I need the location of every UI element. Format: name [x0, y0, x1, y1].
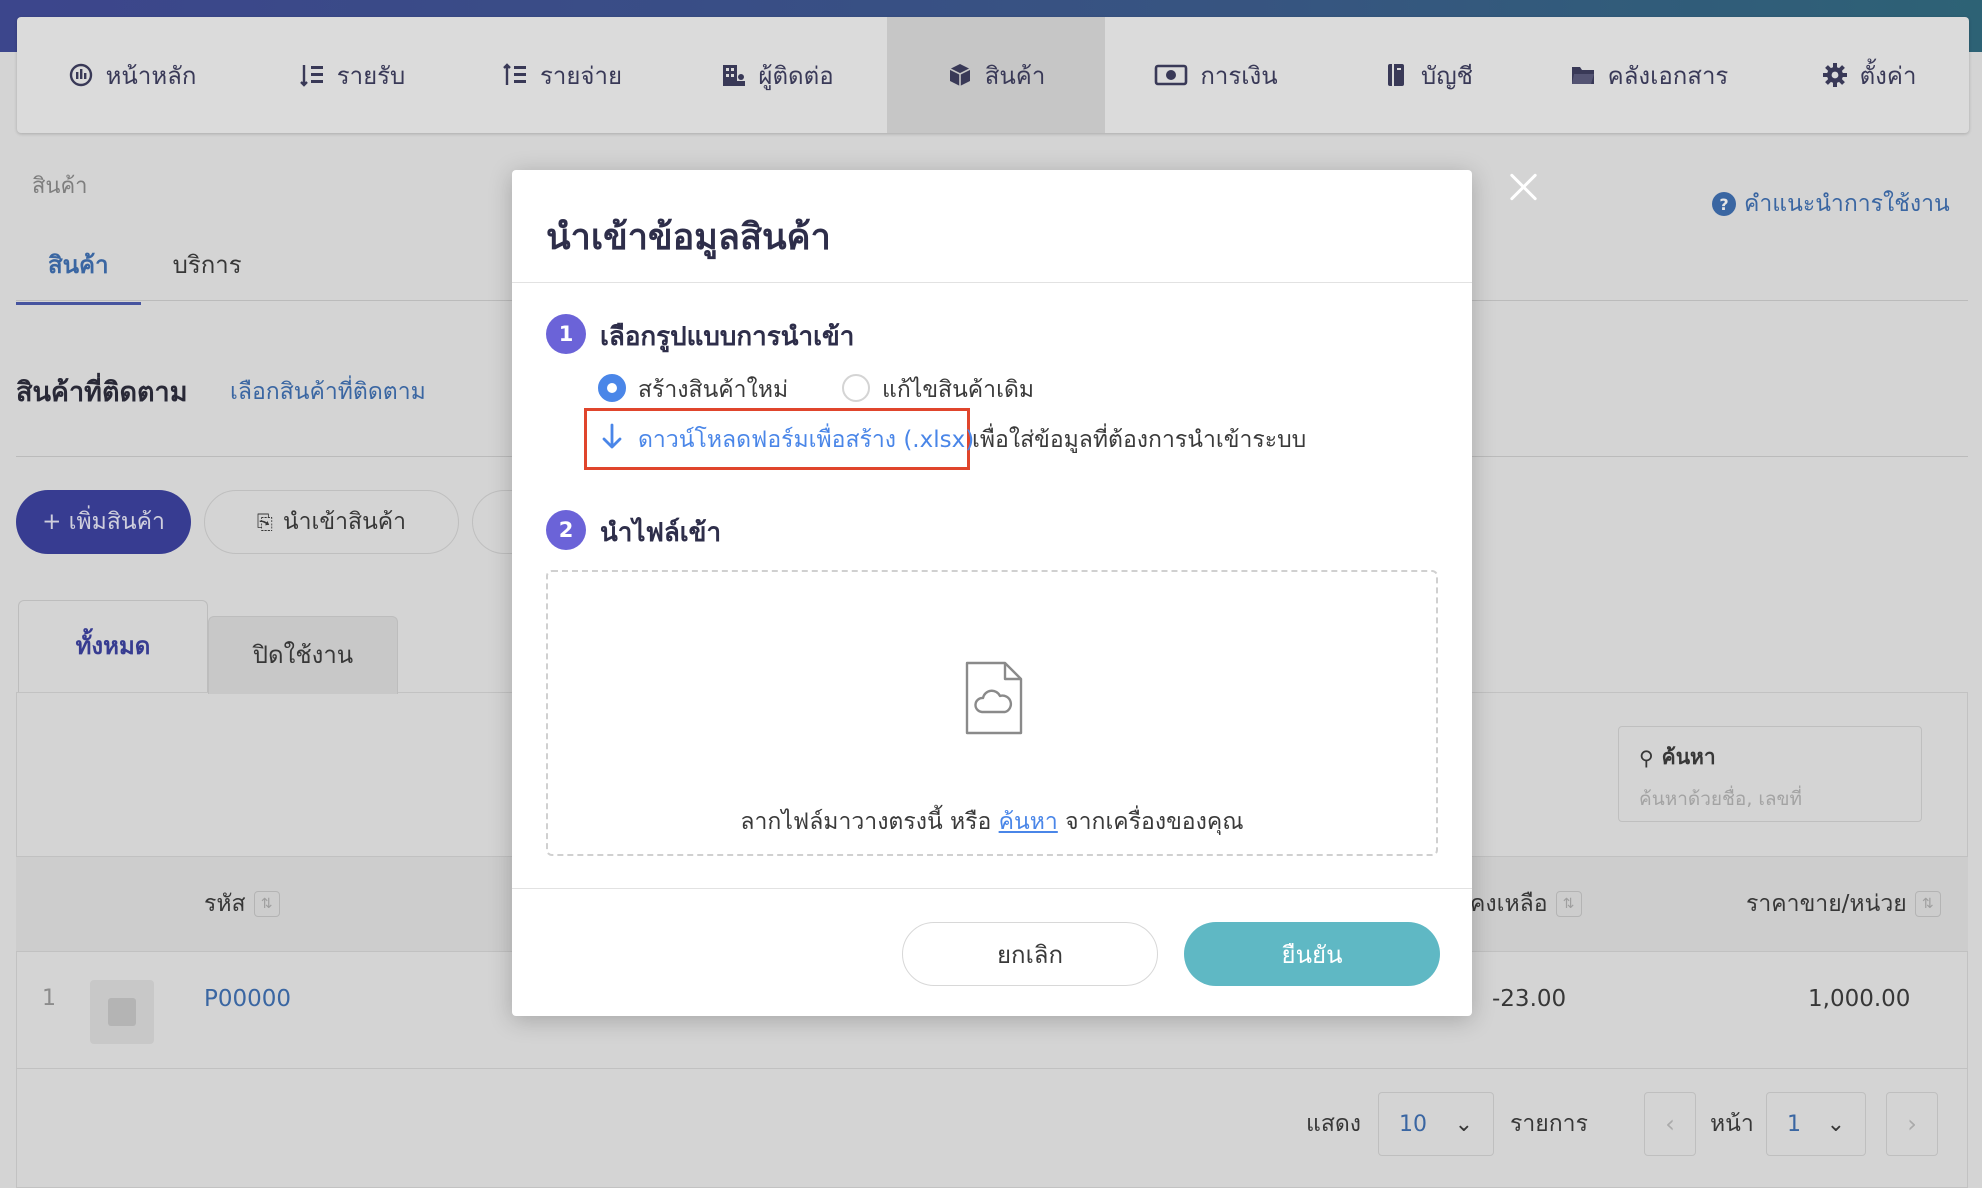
browse-link[interactable]: ค้นหา	[999, 809, 1058, 835]
download-template-link[interactable]: ดาวน์โหลดฟอร์มเพื่อสร้าง (.xlsx)	[638, 422, 974, 458]
download-description: เพื่อใส่ข้อมูลที่ต้องการนำเข้าระบบ	[972, 427, 1307, 453]
file-dropzone[interactable]: ลากไฟล์มาวางตรงนี้ หรือ ค้นหา จากเครื่อง…	[546, 570, 1438, 856]
step-2-title: นำไฟล์เข้า	[600, 518, 722, 548]
radio-edit-existing[interactable]	[842, 374, 870, 402]
step-1-badge: 1	[546, 314, 586, 354]
modal-title: นำเข้าข้อมูลสินค้า	[546, 217, 831, 258]
modal-divider	[512, 282, 1472, 283]
step-2-badge: 2	[546, 510, 586, 550]
download-arrow-icon	[602, 423, 622, 449]
radio-create-new-label[interactable]: สร้างสินค้าใหม่	[638, 372, 788, 408]
confirm-button[interactable]: ยืนยัน	[1184, 922, 1440, 986]
step-1-title: เลือกรูปแบบการนำเข้า	[600, 322, 855, 352]
dropzone-text: ลากไฟล์มาวางตรงนี้ หรือ ค้นหา จากเครื่อง…	[740, 809, 1244, 835]
radio-create-new[interactable]	[598, 374, 626, 402]
modal-footer-divider	[512, 888, 1472, 889]
cloud-file-icon	[965, 661, 1023, 735]
cancel-button[interactable]: ยกเลิก	[902, 922, 1158, 986]
close-icon[interactable]	[1508, 172, 1538, 202]
import-products-modal: นำเข้าข้อมูลสินค้า 1 เลือกรูปแบบการนำเข้…	[512, 170, 1472, 1016]
radio-edit-existing-label[interactable]: แก้ไขสินค้าเดิม	[882, 372, 1034, 408]
